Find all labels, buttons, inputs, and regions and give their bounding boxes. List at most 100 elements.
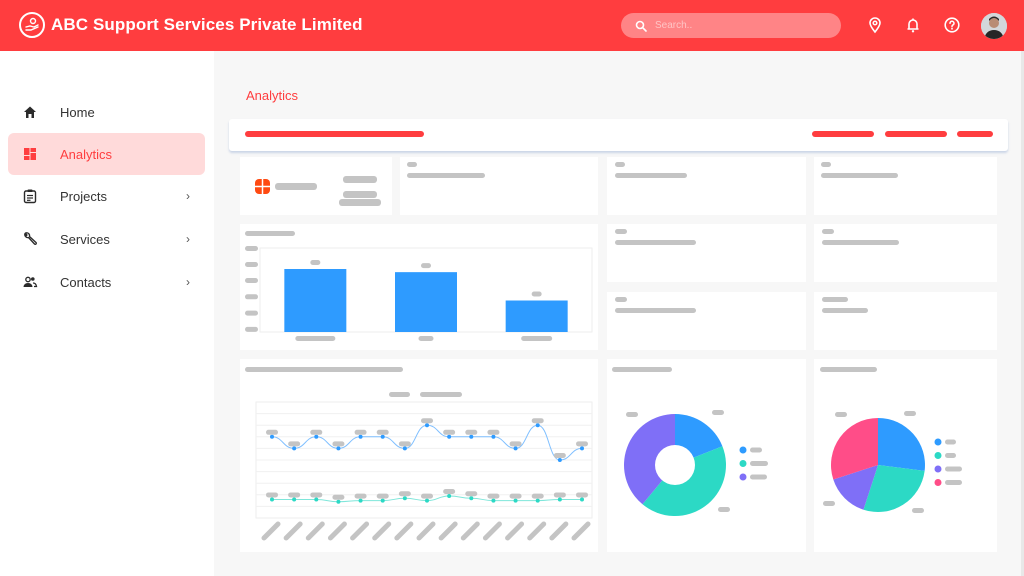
data-label	[288, 492, 301, 498]
data-label	[465, 491, 478, 497]
x-tick-label	[295, 336, 336, 341]
skeleton-text	[339, 199, 381, 206]
data-label	[376, 429, 389, 435]
helping-hand-icon[interactable]	[19, 12, 45, 38]
search-input[interactable]	[655, 20, 825, 31]
skeleton-text	[822, 229, 834, 234]
help-icon[interactable]	[943, 16, 961, 34]
y-tick-label	[245, 294, 258, 300]
skeleton-text	[822, 297, 848, 302]
sidebar-item-projects[interactable]: Projects ›	[8, 175, 205, 217]
slice-label	[823, 501, 835, 506]
legend-label	[945, 480, 962, 485]
location-pin-icon[interactable]	[866, 16, 884, 34]
toolbar-action-button[interactable]	[812, 131, 874, 137]
bar-chart	[245, 246, 593, 341]
people-icon	[23, 276, 38, 288]
x-tick-label	[305, 521, 325, 541]
legend-label	[945, 466, 962, 472]
search-bar[interactable]	[621, 13, 841, 38]
skeleton-text	[821, 162, 831, 167]
chevron-right-icon[interactable]: ›	[186, 189, 190, 203]
data-point	[314, 497, 319, 502]
data-point	[270, 434, 274, 439]
data-point	[336, 446, 341, 451]
stat-card[interactable]	[814, 157, 997, 215]
data-label	[354, 493, 367, 499]
slice-label	[904, 411, 916, 416]
toolbar-action-button[interactable]	[957, 131, 993, 137]
data-label	[266, 492, 278, 498]
top-bar: ABC Support Services Private Limited	[0, 0, 1024, 51]
data-label	[487, 493, 500, 499]
skeleton-text	[615, 240, 696, 245]
sidebar-item-label: Services	[60, 231, 110, 247]
slice-label	[912, 508, 924, 513]
stat-card[interactable]	[400, 157, 598, 215]
data-label	[332, 494, 345, 500]
stat-card[interactable]	[607, 157, 806, 215]
skeleton-text	[343, 176, 377, 183]
data-label	[531, 418, 544, 424]
page-title: Analytics	[246, 88, 299, 103]
bar	[395, 272, 457, 332]
sidebar-item-services[interactable]: Services ›	[8, 218, 205, 260]
chevron-right-icon[interactable]: ›	[186, 232, 190, 246]
sidebar-item-label: Analytics	[60, 146, 113, 162]
sidebar-item-contacts[interactable]: Contacts ›	[8, 261, 205, 303]
stat-card[interactable]	[607, 292, 806, 350]
line-chart	[255, 401, 593, 541]
data-point	[580, 497, 584, 502]
x-tick-label	[394, 521, 414, 541]
y-tick-label	[245, 246, 258, 251]
data-label	[421, 493, 433, 499]
data-point	[425, 498, 429, 503]
chevron-right-icon[interactable]: ›	[186, 275, 190, 289]
kpi-card[interactable]	[240, 157, 392, 215]
x-tick-label	[527, 521, 547, 541]
data-label	[465, 429, 478, 435]
user-avatar[interactable]	[981, 13, 1007, 39]
legend-label	[750, 461, 768, 466]
data-label	[576, 492, 588, 498]
x-tick-label	[372, 521, 392, 541]
x-tick-label	[438, 521, 458, 541]
data-point	[447, 434, 452, 439]
skeleton-text	[615, 162, 625, 167]
data-label	[553, 453, 566, 458]
data-point	[402, 496, 407, 501]
skeleton-text	[615, 229, 627, 234]
bar	[505, 300, 568, 332]
y-tick-label	[245, 262, 258, 267]
data-point	[513, 446, 518, 451]
data-label	[310, 492, 323, 498]
sidebar-item-home[interactable]: Home	[8, 91, 205, 133]
y-tick-label	[245, 278, 258, 283]
wrench-icon	[24, 232, 37, 245]
search-icon	[635, 20, 647, 32]
data-label	[398, 441, 411, 447]
stat-card[interactable]	[814, 292, 997, 350]
data-point	[292, 446, 297, 451]
stat-card[interactable]	[607, 224, 806, 282]
x-tick-label	[416, 521, 436, 541]
data-point	[314, 434, 319, 439]
legend-marker	[739, 473, 747, 481]
legend-marker	[934, 452, 942, 459]
toolbar-action-button[interactable]	[885, 131, 947, 137]
sidebar-item-analytics[interactable]: Analytics	[8, 133, 205, 175]
stat-card[interactable]	[814, 224, 997, 282]
data-point	[513, 498, 518, 503]
data-point	[580, 446, 584, 451]
x-tick-label	[521, 336, 553, 341]
legend-label	[945, 439, 956, 445]
slice-label	[835, 412, 847, 417]
legend-label	[750, 474, 767, 480]
x-tick-label	[327, 521, 347, 541]
data-point	[535, 498, 540, 503]
bell-icon[interactable]	[904, 16, 922, 34]
bar-value-label	[531, 291, 542, 297]
skeleton-text	[615, 308, 696, 313]
app-title: ABC Support Services Private Limited	[51, 15, 363, 34]
data-label	[509, 441, 522, 447]
